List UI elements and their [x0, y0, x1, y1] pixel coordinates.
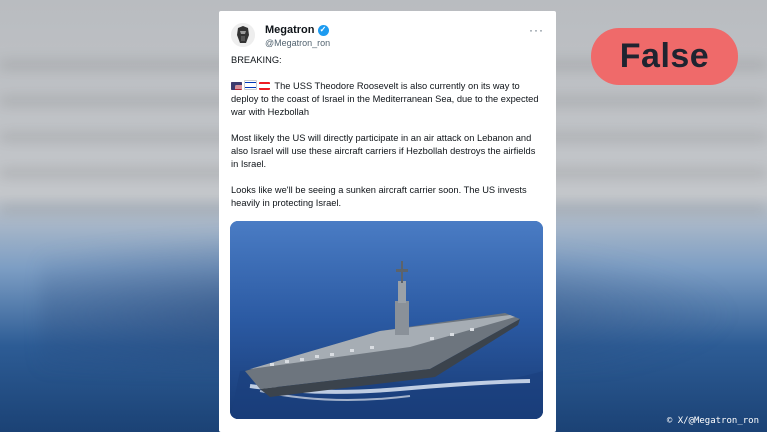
us-flag-icon — [231, 82, 242, 90]
post-card: Megatron ✓ @Megatron_ron ··· BREAKING: T… — [219, 11, 556, 432]
verdict-badge: False — [591, 28, 738, 85]
post-paragraph-text: The USS Theodore Roosevelt is also curre… — [231, 81, 539, 117]
post-paragraph: Looks like we'll be seeing a sunken airc… — [231, 185, 527, 208]
verified-badge-icon: ✓ — [317, 24, 329, 36]
post-paragraph: BREAKING: — [231, 55, 282, 65]
post-text: BREAKING: The USS Theodore Roosevelt is … — [231, 54, 543, 223]
post-image-aircraft-carrier[interactable] — [230, 221, 543, 419]
author-name[interactable]: Megatron — [265, 24, 315, 36]
lebanon-flag-icon — [259, 82, 270, 90]
image-credit: © X/@Megatron_ron — [666, 416, 759, 426]
more-options-icon[interactable]: ··· — [529, 23, 544, 37]
aircraft-carrier-illustration — [230, 221, 543, 419]
post-paragraph: The USS Theodore Roosevelt is also curre… — [231, 80, 543, 119]
avatar[interactable] — [231, 23, 255, 47]
israel-flag-icon — [244, 80, 257, 90]
author-name-row[interactable]: Megatron ✓ — [265, 24, 329, 36]
post-paragraph: Most likely the US will directly partici… — [231, 133, 536, 169]
post-header: Megatron ✓ @Megatron_ron ··· — [231, 23, 544, 57]
author-handle[interactable]: @Megatron_ron — [265, 38, 330, 48]
